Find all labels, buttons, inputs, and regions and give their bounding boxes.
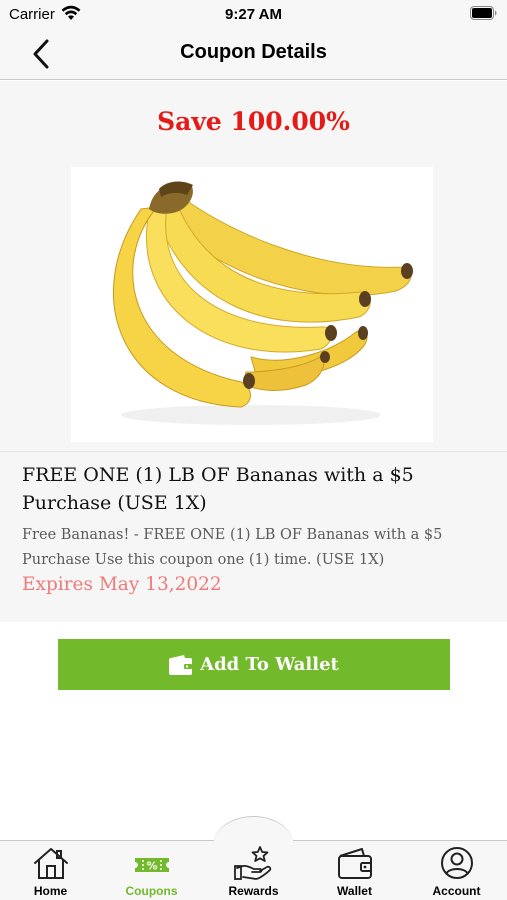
savings-label: Save 100.00% — [157, 107, 350, 136]
tab-wallet-label: Wallet — [337, 884, 372, 898]
rewards-hand-star-icon — [233, 846, 271, 880]
add-to-wallet-button[interactable]: Add To Wallet — [58, 639, 450, 690]
coupon-title: FREE ONE (1) LB OF Bananas with a $5 Pur… — [22, 464, 414, 514]
add-to-wallet-label: Add To Wallet — [200, 654, 339, 675]
tab-coupons[interactable]: % Coupons — [101, 840, 202, 900]
battery-icon — [470, 6, 497, 20]
status-bar: Carrier 9:27 AM — [0, 0, 507, 28]
expiration-date: Expires May 13,2022 — [22, 574, 222, 595]
coupon-description: Free Bananas! - FREE ONE (1) LB OF Banan… — [22, 527, 443, 568]
tab-home[interactable]: Home — [0, 840, 101, 900]
wallet-icon — [169, 654, 193, 675]
wallet-icon — [337, 848, 372, 879]
coupon-ticket-icon: % — [134, 858, 169, 873]
divider — [0, 451, 507, 452]
svg-text:%: % — [146, 860, 157, 873]
tab-coupons-label: Coupons — [125, 884, 178, 898]
coupon-details-card: Save 100.00% FREE ONE (1) LB OF Bananas … — [0, 81, 507, 622]
bananas-photo — [71, 167, 433, 442]
account-icon — [440, 847, 473, 879]
clock: 9:27 AM — [225, 6, 282, 23]
tab-home-label: Home — [33, 884, 68, 898]
tab-account-label: Account — [432, 884, 481, 898]
navigation-bar: Coupon Details — [0, 28, 507, 80]
page-title: Coupon Details — [180, 41, 327, 63]
tab-wallet[interactable]: Wallet — [304, 840, 405, 900]
tab-rewards-label: Rewards — [228, 884, 279, 898]
tab-rewards[interactable]: Rewards — [203, 840, 304, 900]
tab-account[interactable]: Account — [406, 840, 507, 900]
home-icon — [33, 848, 68, 879]
